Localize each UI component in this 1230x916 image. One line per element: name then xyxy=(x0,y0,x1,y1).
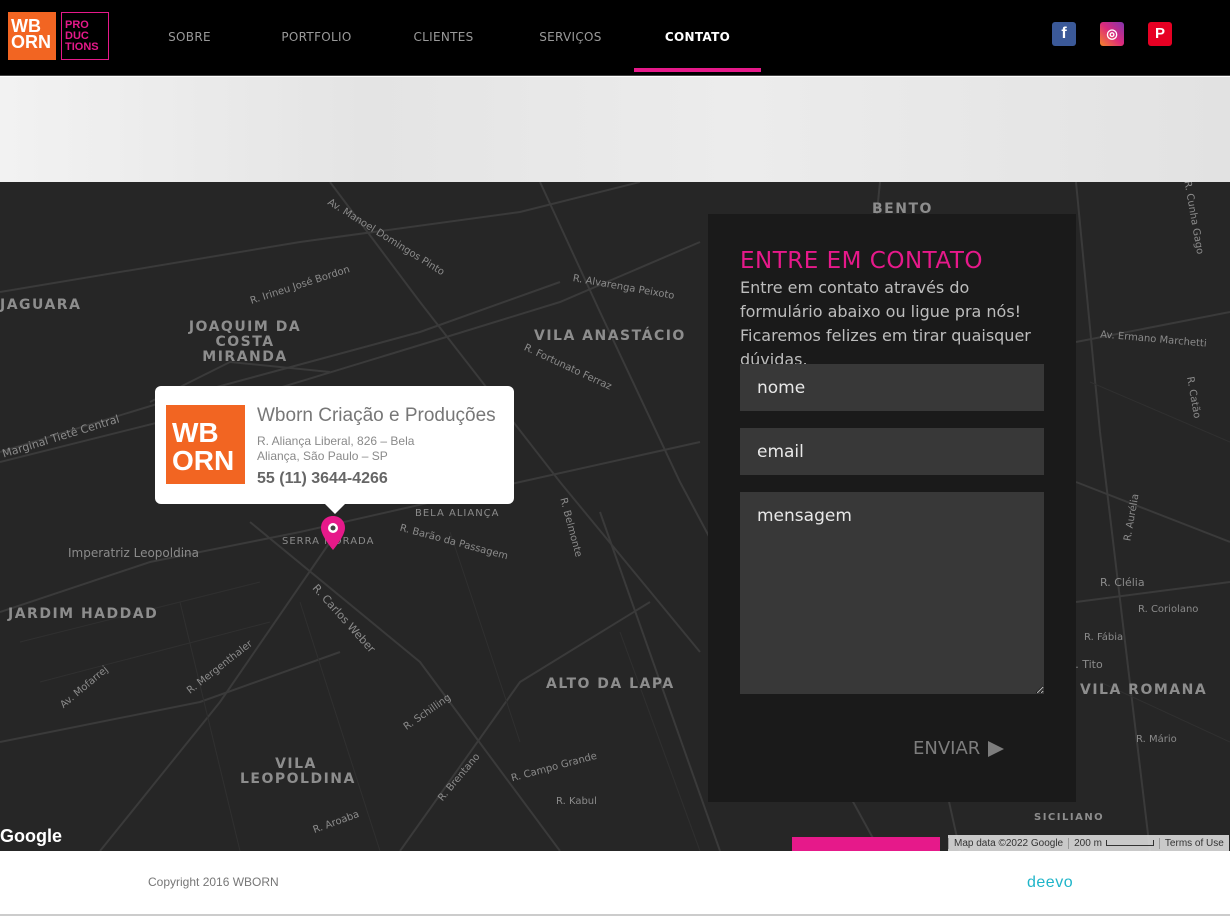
instagram-icon[interactable]: ◎ xyxy=(1100,22,1124,46)
street-label: R. Fábia xyxy=(1084,632,1124,643)
street-label: R. Clélia xyxy=(1100,576,1145,589)
facebook-icon[interactable]: f xyxy=(1052,22,1076,46)
info-address: R. Aliança Liberal, 826 – Bela Aliança, … xyxy=(257,434,415,463)
pink-strip xyxy=(792,837,940,851)
hood-vila-anastacio: VILA ANASTÁCIO xyxy=(534,328,686,344)
street-label: Imperatriz Leopoldina xyxy=(68,546,200,560)
street-label: R. Coriolano xyxy=(1138,604,1199,615)
arrow-right-icon xyxy=(988,740,1005,757)
hood-vila-romana: VILA ROMANA xyxy=(1080,682,1208,698)
deevo-credit-link[interactable]: deevo xyxy=(1027,874,1073,892)
street-label: R. Mário xyxy=(1136,734,1177,745)
productions-logo[interactable]: PRO DUC TIONS xyxy=(61,12,109,60)
contact-panel: ENTRE EM CONTATO Entre em contato atravé… xyxy=(708,214,1076,802)
nav-contato[interactable]: CONTATO xyxy=(634,0,761,72)
site-header: WB ORN PRO DUC TIONS SOBRE PORTFOLIO CLI… xyxy=(0,0,1230,76)
map-pin-icon[interactable] xyxy=(321,516,345,550)
send-label: ENVIAR xyxy=(913,738,981,759)
nav-portfolio[interactable]: PORTFOLIO xyxy=(253,0,380,76)
site-footer: Copyright 2016 WBORN deevo xyxy=(0,851,1230,916)
contact-title: ENTRE EM CONTATO xyxy=(740,248,984,274)
street-label: R. Kabul xyxy=(556,796,597,807)
copyright-text: Copyright 2016 WBORN xyxy=(148,875,279,889)
map-data-text: Map data ©2022 Google xyxy=(948,837,1068,849)
google-logo: Google xyxy=(0,826,62,846)
hood-alto-lapa: ALTO DA LAPA xyxy=(546,676,675,692)
hood-vila-leopoldina: VILA LEOPOLDINA xyxy=(240,756,356,787)
send-button[interactable]: ENVIAR xyxy=(913,738,1005,759)
info-title: Wborn Criação e Produções xyxy=(257,405,496,426)
name-field[interactable] xyxy=(740,364,1044,411)
terms-link[interactable]: Terms of Use xyxy=(1158,837,1229,849)
pinterest-icon[interactable]: P xyxy=(1148,22,1172,46)
main-nav: SOBRE PORTFOLIO CLIENTES SERVIÇOS CONTAT… xyxy=(126,0,761,76)
email-field[interactable] xyxy=(740,428,1044,475)
contact-intro: Entre em contato através do formulário a… xyxy=(740,278,1031,369)
map-info-window: WB ORN Wborn Criação e Produções R. Alia… xyxy=(155,386,514,514)
nav-sobre[interactable]: SOBRE xyxy=(126,0,253,76)
info-logo: WB ORN xyxy=(166,405,245,484)
info-phone[interactable]: 55 (11) 3644-4266 xyxy=(257,470,388,488)
hood-joaquim: JOAQUIM DA COSTA MIRANDA xyxy=(188,319,302,365)
message-field[interactable] xyxy=(740,492,1044,694)
hood-jardim-haddad: JARDIM HADDAD xyxy=(8,606,159,622)
wborn-logo[interactable]: WB ORN xyxy=(8,12,56,60)
hero-band xyxy=(0,77,1230,182)
street-label: BELA ALIANÇA xyxy=(415,508,500,519)
google-map[interactable]: JAGUARA JOAQUIM DA COSTA MIRANDA VILA AN… xyxy=(0,182,1230,851)
map-attribution: Map data ©2022 Google 200 m Terms of Use xyxy=(948,835,1229,851)
nav-clientes[interactable]: CLIENTES xyxy=(380,0,507,76)
hood-jaguara: JAGUARA xyxy=(0,297,82,313)
map-scale[interactable]: 200 m xyxy=(1068,837,1159,849)
nav-servicos[interactable]: SERVIÇOS xyxy=(507,0,634,76)
hood-siciliano: SICILIANO xyxy=(1034,812,1105,823)
